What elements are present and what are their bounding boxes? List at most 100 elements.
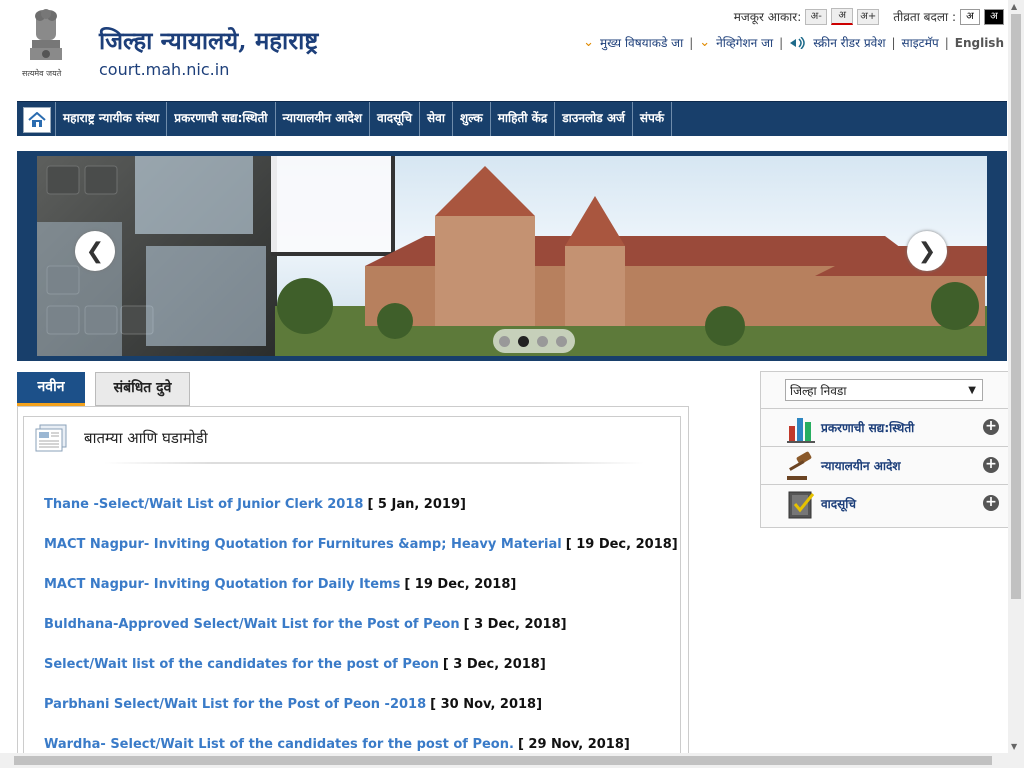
newspaper-icon (35, 424, 67, 452)
chevron-down-icon: ⌄ (699, 35, 711, 50)
contrast-normal-button[interactable]: अ (960, 8, 980, 25)
expand-plus-icon[interactable]: + (983, 419, 999, 435)
tab-new[interactable]: नवीन (17, 372, 85, 406)
screen-reader-link[interactable]: स्क्रीन रीडर प्रवेश (813, 34, 885, 51)
expand-plus-icon[interactable]: + (983, 457, 999, 473)
separator: | (891, 35, 896, 50)
slider-dot-2[interactable] (518, 336, 529, 347)
news-panel: बातम्या आणि घडामोडी Thane -Select/Wait L… (17, 406, 689, 753)
slide-tile (135, 156, 253, 234)
quick-link-court-orders[interactable]: न्यायालयीन आदेश + (761, 446, 1008, 485)
news-item: Parbhani Select/Wait List for the Post o… (44, 697, 678, 737)
utility-links: ⌄ मुख्य विषयाकडे जा | ⌄ नेव्हिगेशन जा | … (583, 34, 1004, 51)
news-date: [ 19 Dec, 2018] (404, 577, 517, 592)
slider-dot-1[interactable] (499, 336, 510, 347)
slider-prev-button[interactable]: ❮ (75, 231, 115, 271)
quick-link-case-status[interactable]: प्रकरणाची सद्य:स्थिती + (761, 408, 1008, 447)
accessibility-controls: मजकूर आकार: अ- अ अ+ तीव्रता बदला : अ अ (734, 8, 1004, 25)
news-date: [ 3 Dec, 2018] (463, 617, 567, 632)
text-size-normal-button[interactable]: अ (831, 8, 854, 25)
contrast-label: तीव्रता बदला : (893, 10, 956, 24)
home-button[interactable] (23, 107, 51, 133)
nav-item-info-center[interactable]: माहिती केंद्र (489, 102, 554, 136)
text-size-increase-button[interactable]: अ+ (857, 8, 880, 25)
news-date: [ 3 Dec, 2018] (442, 657, 546, 672)
vertical-scroll-thumb[interactable] (1011, 14, 1021, 599)
slide-image (37, 156, 987, 356)
news-date: [ 5 Jan, 2019] (367, 497, 466, 512)
chevron-down-icon: ⌄ (583, 35, 594, 50)
separator: | (944, 35, 949, 50)
image-slider: ❮ ❯ (17, 151, 1007, 361)
contrast-high-button[interactable]: अ (984, 8, 1004, 25)
news-item: MACT Nagpur- Inviting Quotation for Furn… (44, 537, 678, 577)
slider-dot-3[interactable] (537, 336, 548, 347)
screen-reader-icon (790, 36, 805, 49)
quick-link-cause-list[interactable]: वादसूचि + (761, 484, 1008, 523)
nav-item-court-orders[interactable]: न्यायालयीन आदेश (274, 102, 370, 136)
horizontal-scrollbar[interactable] (0, 753, 1024, 768)
nav-item-contact[interactable]: संपर्क (631, 102, 673, 136)
slide-tile (146, 246, 266, 346)
news-item: Wardha- Select/Wait List of the candidat… (44, 737, 678, 753)
slider-dot-4[interactable] (556, 336, 567, 347)
horizontal-scroll-thumb[interactable] (14, 756, 992, 765)
quick-links-panel: जिल्हा निवडा ▼ प्रकरणाची सद्य:स्थिती + न… (760, 371, 1008, 528)
news-link[interactable]: Wardha- Select/Wait List of the candidat… (44, 737, 514, 752)
nav-item-download-forms[interactable]: डाउनलोड अर्ज (554, 102, 632, 136)
news-link[interactable]: Thane -Select/Wait List of Junior Clerk … (44, 497, 363, 512)
language-link[interactable]: English (955, 36, 1004, 50)
tab-related-links[interactable]: संबंधित दुवे (95, 372, 190, 406)
news-item: Thane -Select/Wait List of Junior Clerk … (44, 497, 678, 537)
site-title[interactable]: जिल्हा न्यायालये, महाराष्ट्र (99, 24, 318, 57)
nav-item-fees[interactable]: शुल्क (451, 102, 490, 136)
news-date: [ 19 Dec, 2018] (565, 537, 678, 552)
bar-chart-icon (787, 418, 815, 443)
gavel-icon (787, 451, 812, 480)
site-url: court.mah.nic.in (99, 60, 230, 79)
news-link[interactable]: MACT Nagpur- Inviting Quotation for Furn… (44, 537, 562, 552)
chevron-left-icon: ❮ (85, 238, 105, 264)
news-link[interactable]: Select/Wait list of the candidates for t… (44, 657, 439, 672)
news-date: [ 29 Nov, 2018] (517, 737, 630, 752)
district-select-value: जिल्हा निवडा (790, 384, 847, 398)
sitemap-link[interactable]: साइटमॅप (902, 34, 939, 51)
nav-item-case-status[interactable]: प्रकरणाची सद्य:स्थिती (166, 102, 274, 136)
checklist-icon (788, 491, 815, 519)
nav-item-services[interactable]: सेवा (419, 102, 452, 136)
quick-link-label: प्रकरणाची सद्य:स्थिती (821, 421, 915, 435)
separator: | (689, 35, 694, 50)
nav-item-cause-list[interactable]: वादसूचि (369, 102, 419, 136)
news-list: Thane -Select/Wait List of Junior Clerk … (44, 497, 678, 753)
news-item: Select/Wait list of the candidates for t… (44, 657, 678, 697)
slider-next-button[interactable]: ❯ (907, 231, 947, 271)
news-link[interactable]: Parbhani Select/Wait List for the Post o… (44, 697, 426, 712)
nav-item-judicial-institutions[interactable]: महाराष्ट्र न्यायीक संस्था (55, 102, 166, 136)
news-item: MACT Nagpur- Inviting Quotation for Dail… (44, 577, 678, 617)
quick-link-label: न्यायालयीन आदेश (821, 459, 901, 473)
vertical-scrollbar[interactable]: ▲ ▼ (1008, 0, 1024, 753)
text-size-label: मजकूर आकार: (733, 10, 802, 24)
news-title: बातम्या आणि घडामोडी (84, 429, 208, 447)
skip-to-nav-link[interactable]: नेव्हिगेशन जा (716, 34, 773, 51)
slider-indicators (493, 329, 575, 353)
news-date: [ 30 Nov, 2018] (430, 697, 543, 712)
scroll-down-icon[interactable]: ▼ (1011, 742, 1017, 751)
district-select[interactable]: जिल्हा निवडा ▼ (785, 379, 983, 401)
scroll-up-icon[interactable]: ▲ (1011, 2, 1017, 11)
high-court-building-image (275, 166, 987, 356)
news-inner: बातम्या आणि घडामोडी Thane -Select/Wait L… (23, 416, 681, 753)
chevron-right-icon: ❯ (917, 238, 937, 264)
news-link[interactable]: Buldhana-Approved Select/Wait List for t… (44, 617, 460, 632)
emblem-caption: सत्यमेव जयते (22, 69, 62, 78)
dropdown-arrow-icon: ▼ (968, 385, 976, 396)
page: सत्यमेव जयते जिल्हा न्यायालये, महाराष्ट्… (0, 0, 1008, 753)
expand-plus-icon[interactable]: + (983, 495, 999, 511)
news-link[interactable]: MACT Nagpur- Inviting Quotation for Dail… (44, 577, 400, 592)
skip-to-main-link[interactable]: मुख्य विषयाकडे जा (600, 34, 683, 51)
home-icon (28, 112, 46, 127)
separator: | (779, 35, 784, 50)
main-nav: महाराष्ट्र न्यायीक संस्था प्रकरणाची सद्य… (17, 101, 1007, 136)
text-size-decrease-button[interactable]: अ- (805, 8, 828, 25)
quick-link-label: वादसूचि (821, 497, 856, 511)
